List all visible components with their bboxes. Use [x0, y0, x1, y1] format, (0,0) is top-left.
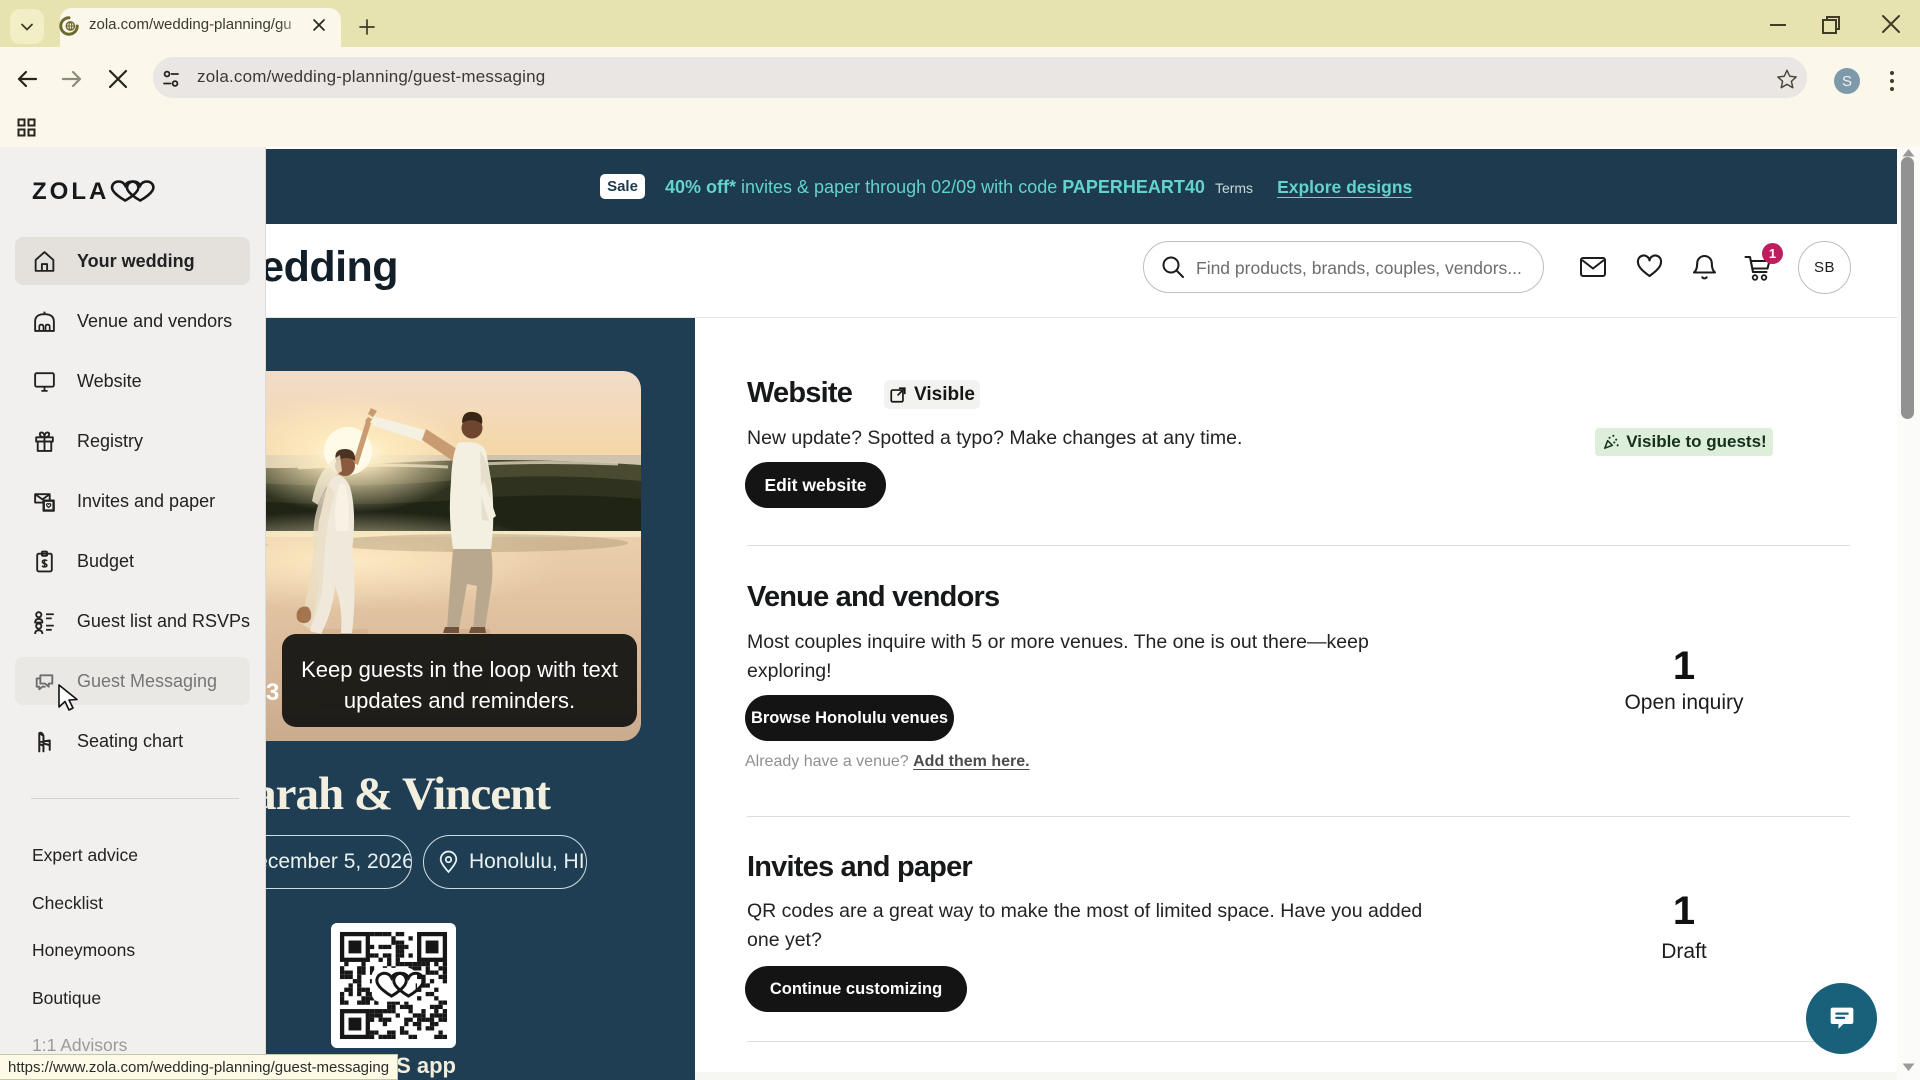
svg-text:ZOLA: ZOLA [32, 178, 109, 204]
